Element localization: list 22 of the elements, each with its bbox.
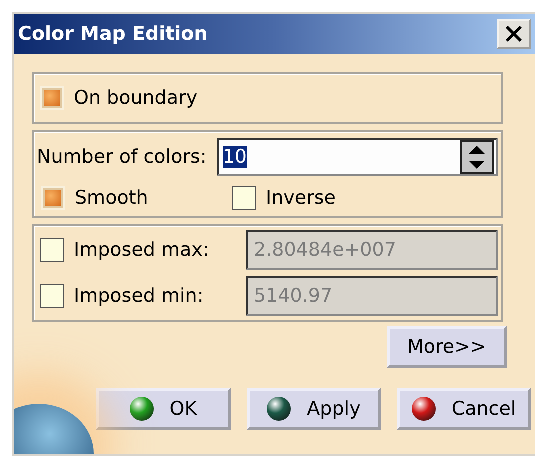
checkbox-label: Imposed max:: [74, 239, 210, 261]
dialog-button[interactable]: Apply: [247, 388, 381, 430]
checkbox-label: Inverse: [266, 187, 336, 209]
spin-button[interactable]: [460, 140, 494, 174]
more-button[interactable]: More>>: [387, 326, 507, 368]
up-arrow-icon: [468, 144, 486, 154]
window-title: Color Map Edition: [18, 23, 208, 45]
field-label: Number of colors:: [37, 146, 207, 168]
ball-icon: [412, 397, 436, 421]
checkbox-label: Imposed min:: [74, 285, 204, 307]
checkbox[interactable]: [232, 186, 256, 210]
ball-icon: [130, 397, 154, 421]
dialog-button[interactable]: Cancel: [397, 388, 531, 430]
checkbox-label: Smooth: [75, 187, 148, 209]
close-icon: [505, 25, 523, 43]
checkbox-label: On boundary: [74, 87, 198, 109]
number-input-field[interactable]: 10: [216, 138, 498, 176]
down-arrow-icon: [468, 160, 486, 170]
ball-icon: [267, 397, 292, 421]
dialog-button[interactable]: OK: [96, 388, 231, 430]
close-button[interactable]: [497, 19, 531, 49]
field-value: 10: [222, 146, 247, 168]
